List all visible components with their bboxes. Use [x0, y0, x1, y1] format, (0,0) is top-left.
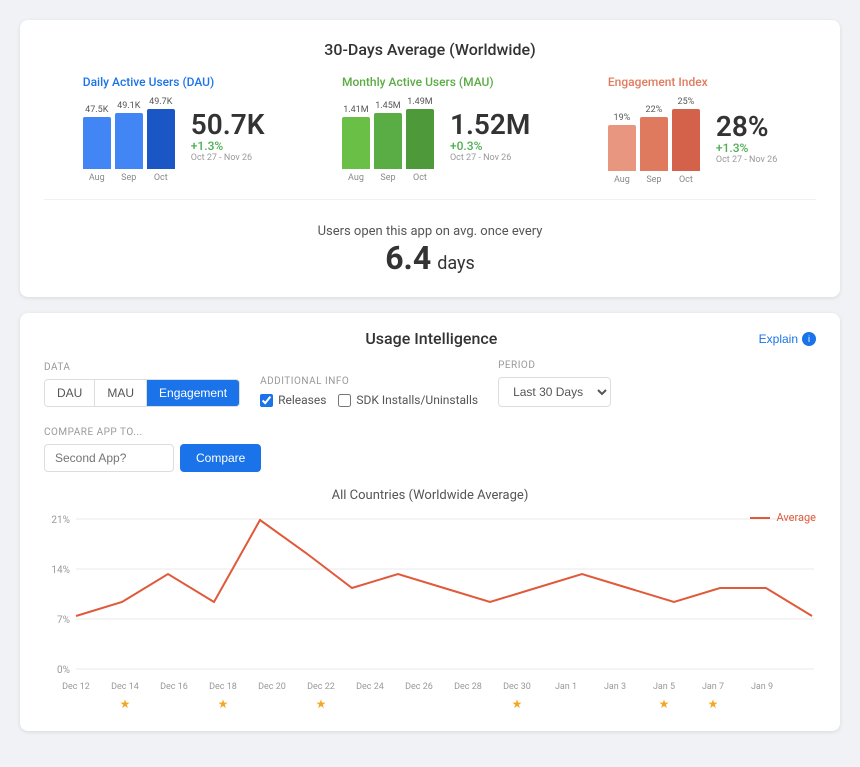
legend-line — [750, 517, 770, 519]
mau-period: Oct 27 - Nov 26 — [450, 153, 530, 163]
sdk-checkbox-label[interactable]: SDK Installs/Uninstalls — [338, 393, 478, 407]
sdk-checkbox[interactable] — [338, 394, 351, 407]
data-control-group: DATA DAU MAU Engagement — [44, 362, 240, 407]
mau-label: Monthly Active Users (MAU) — [342, 75, 530, 89]
compare-input[interactable] — [44, 444, 174, 472]
avg-text: Users open this app on avg. once every — [44, 224, 816, 239]
checkbox-row: Releases SDK Installs/Uninstalls — [260, 393, 478, 407]
additional-info-group: ADDITIONAL INFO Releases SDK Installs/Un… — [260, 376, 478, 407]
svg-text:Dec 28: Dec 28 — [454, 682, 482, 692]
svg-text:★: ★ — [218, 697, 229, 711]
chart-svg-wrap: Average 21% 14% 7% 0% Dec 12 Dec 14 — [44, 511, 816, 715]
chart-legend: Average — [750, 511, 816, 524]
usage-intelligence-card: Usage Intelligence Explain i DATA DAU MA… — [20, 313, 840, 731]
top-card: 30-Days Average (Worldwide) Daily Active… — [20, 20, 840, 297]
chart-container: All Countries (Worldwide Average) Averag… — [44, 488, 816, 715]
svg-text:Jan 9: Jan 9 — [751, 682, 773, 692]
svg-text:Jan 7: Jan 7 — [702, 682, 724, 692]
metrics-row: Daily Active Users (DAU) 47.5K Aug 49.1K… — [44, 75, 816, 185]
dau-value: 50.7K — [191, 111, 265, 139]
engagement-value: 28% — [716, 113, 777, 141]
svg-text:Jan 1: Jan 1 — [555, 682, 577, 692]
chart-title: All Countries (Worldwide Average) — [44, 488, 816, 503]
mau-value: 1.52M — [450, 111, 530, 139]
svg-text:Dec 24: Dec 24 — [356, 682, 384, 692]
engagement-block: Engagement Index 19% Aug 22% Sep — [608, 75, 777, 185]
dau-bar-oct: 49.7K Oct — [147, 97, 175, 183]
svg-text:Dec 20: Dec 20 — [258, 682, 286, 692]
engagement-period: Oct 27 - Nov 26 — [716, 155, 777, 165]
period-select[interactable]: Last 7 Days Last 30 Days Last 90 Days — [498, 377, 611, 407]
engagement-bar-oct: 25% Oct — [672, 97, 700, 185]
mau-bar-oct: 1.49M Oct — [406, 97, 434, 183]
ui-title: Usage Intelligence — [104, 329, 759, 348]
svg-text:Dec 26: Dec 26 — [405, 682, 433, 692]
compare-row: Compare — [44, 444, 261, 472]
period-control-group: PERIOD Last 7 Days Last 30 Days Last 90 … — [498, 360, 611, 407]
mau-bars: 1.41M Aug 1.45M Sep 1.49M Oct — [342, 97, 434, 183]
explain-button[interactable]: Explain i — [759, 332, 816, 346]
engagement-button[interactable]: Engagement — [146, 380, 239, 406]
data-label: DATA — [44, 362, 240, 373]
dau-block: Daily Active Users (DAU) 47.5K Aug 49.1K… — [83, 75, 265, 185]
top-card-title: 30-Days Average (Worldwide) — [44, 40, 816, 59]
svg-text:Dec 22: Dec 22 — [307, 682, 335, 692]
svg-text:★: ★ — [316, 697, 327, 711]
dau-bar-aug: 47.5K Aug — [83, 105, 111, 183]
engagement-value-block: 28% +1.3% Oct 27 - Nov 26 — [708, 113, 777, 185]
engagement-bars: 19% Aug 22% Sep 25% Oct — [608, 97, 700, 185]
mau-bar-sep: 1.45M Sep — [374, 101, 402, 183]
mau-block: Monthly Active Users (MAU) 1.41M Aug 1.4… — [342, 75, 530, 185]
engagement-bar-sep: 22% Sep — [640, 105, 668, 185]
compare-label: COMPARE APP TO... — [44, 427, 261, 438]
dau-bar-sep: 49.1K Sep — [115, 101, 143, 183]
dau-period: Oct 27 - Nov 26 — [191, 153, 265, 163]
mau-change: +0.3% — [450, 139, 530, 153]
releases-checkbox[interactable] — [260, 394, 273, 407]
svg-text:★: ★ — [512, 697, 523, 711]
mau-button[interactable]: MAU — [94, 380, 146, 406]
compare-control-group: COMPARE APP TO... Compare — [44, 427, 261, 472]
dau-bars: 47.5K Aug 49.1K Sep 49.7K Oct — [83, 97, 175, 183]
sdk-label: SDK Installs/Uninstalls — [356, 393, 478, 407]
svg-text:21%: 21% — [51, 515, 70, 526]
additional-info-label: ADDITIONAL INFO — [260, 376, 478, 387]
controls-row: DATA DAU MAU Engagement ADDITIONAL INFO … — [44, 360, 816, 472]
svg-text:0%: 0% — [57, 665, 70, 676]
svg-text:14%: 14% — [51, 565, 70, 576]
chart-svg: 21% 14% 7% 0% Dec 12 Dec 14 Dec 16 Dec 1… — [44, 511, 814, 711]
ui-header: Usage Intelligence Explain i — [44, 329, 816, 348]
dau-button[interactable]: DAU — [45, 380, 94, 406]
dau-value-block: 50.7K +1.3% Oct 27 - Nov 26 — [183, 111, 265, 183]
svg-text:Dec 16: Dec 16 — [160, 682, 188, 692]
svg-text:★: ★ — [659, 697, 670, 711]
info-icon: i — [802, 332, 816, 346]
releases-checkbox-label[interactable]: Releases — [260, 393, 326, 407]
svg-text:Jan 3: Jan 3 — [604, 682, 626, 692]
legend-label: Average — [776, 511, 816, 524]
svg-text:Dec 14: Dec 14 — [111, 682, 139, 692]
svg-text:7%: 7% — [57, 615, 70, 626]
svg-text:★: ★ — [120, 697, 131, 711]
svg-text:Dec 12: Dec 12 — [62, 682, 90, 692]
compare-button[interactable]: Compare — [180, 444, 261, 472]
avg-value: 6.4days — [44, 239, 816, 277]
svg-text:Jan 5: Jan 5 — [653, 682, 675, 692]
svg-text:Dec 30: Dec 30 — [503, 682, 531, 692]
svg-text:★: ★ — [708, 697, 719, 711]
data-btn-group: DAU MAU Engagement — [44, 379, 240, 407]
period-label: PERIOD — [498, 360, 611, 371]
engagement-bar-aug: 19% Aug — [608, 113, 636, 185]
dau-change: +1.3% — [191, 139, 265, 153]
dau-label: Daily Active Users (DAU) — [83, 75, 265, 89]
mau-value-block: 1.52M +0.3% Oct 27 - Nov 26 — [442, 111, 530, 183]
engagement-change: +1.3% — [716, 141, 777, 155]
mau-bar-aug: 1.41M Aug — [342, 105, 370, 183]
svg-text:Dec 18: Dec 18 — [209, 682, 237, 692]
releases-label: Releases — [278, 393, 326, 407]
engagement-label: Engagement Index — [608, 75, 777, 89]
